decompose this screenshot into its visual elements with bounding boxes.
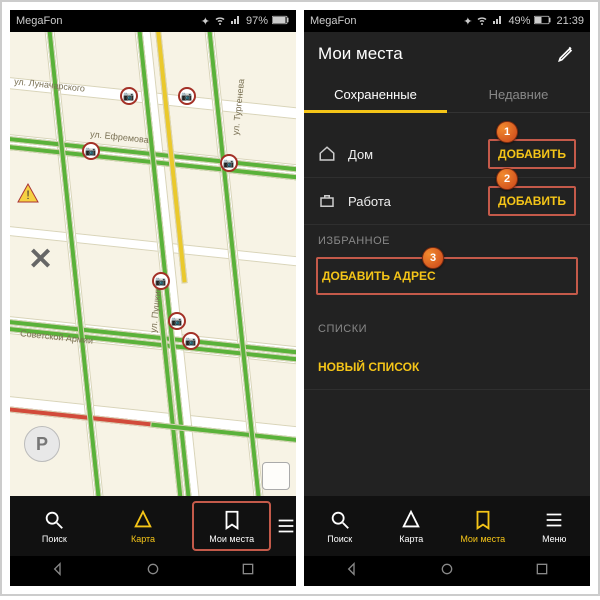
nav-search[interactable]: Поиск <box>10 496 99 556</box>
home-button[interactable] <box>439 561 455 582</box>
parking-button[interactable]: P <box>24 426 60 462</box>
tutorial-composite: MegaFon ✦ 97% <box>0 0 600 596</box>
wifi-icon <box>214 14 226 29</box>
back-button[interactable] <box>344 561 360 582</box>
annotation-marker: 2 <box>496 168 518 190</box>
new-list-button[interactable]: НОВЫЙ СПИСОК <box>304 345 590 390</box>
nav-search[interactable]: Поиск <box>304 496 376 556</box>
nav-my-places[interactable]: Мои места <box>447 496 519 556</box>
row-home[interactable]: Дом ДОБАВИТЬ 1 <box>304 131 590 178</box>
close-overlay-button[interactable]: ✕ <box>28 242 53 277</box>
lists-section-header: СПИСКИ <box>304 313 590 345</box>
nav-my-places[interactable]: Мои места <box>187 496 276 556</box>
nav-map[interactable]: Карта <box>376 496 448 556</box>
row-work[interactable]: Работа ДОБАВИТЬ 2 <box>304 178 590 225</box>
battery-icon <box>534 15 552 28</box>
my-places-screen: Мои места Сохраненные Недавние Дом ДОБАВ… <box>304 32 590 496</box>
back-button[interactable] <box>50 561 66 582</box>
svg-text:!: ! <box>26 188 29 202</box>
road-warning-icon[interactable]: ! <box>16 182 40 206</box>
android-nav-bar <box>10 556 296 586</box>
add-address-button[interactable]: ДОБАВИТЬ АДРЕС <box>316 257 578 295</box>
tabs: Сохраненные Недавние <box>304 76 590 113</box>
tab-recent[interactable]: Недавние <box>447 76 590 112</box>
map-view[interactable]: ул. Луначарского ул. Ефремова ул. Турген… <box>10 32 296 496</box>
home-icon <box>318 145 336 163</box>
wifi-icon <box>476 14 488 29</box>
briefcase-icon <box>318 192 336 210</box>
annotation-marker: 1 <box>496 121 518 143</box>
layers-button[interactable] <box>262 462 290 490</box>
signal-icon <box>492 14 504 29</box>
bottom-nav: Поиск Карта Мои места Меню <box>304 496 590 556</box>
camera-icon[interactable]: 📷 <box>178 87 196 105</box>
phone-right: MegaFon ✦ 49% 21:39 Мои места Сохраненны… <box>304 10 590 586</box>
highlight-box <box>192 501 271 551</box>
tab-saved[interactable]: Сохраненные <box>304 76 447 112</box>
battery-label: 97% <box>246 15 268 27</box>
carrier-label: MegaFon <box>16 15 62 27</box>
camera-icon[interactable]: 📷 <box>220 154 238 172</box>
annotation-marker: 3 <box>422 247 444 269</box>
battery-icon <box>272 15 290 28</box>
bluetooth-icon: ✦ <box>201 15 210 28</box>
page-title: Мои места <box>318 44 403 64</box>
camera-icon[interactable]: 📷 <box>82 142 100 160</box>
add-home-button[interactable]: ДОБАВИТЬ <box>488 139 576 169</box>
nav-menu[interactable]: Меню <box>519 496 591 556</box>
screen-header: Мои места <box>304 32 590 76</box>
add-work-button[interactable]: ДОБАВИТЬ <box>488 186 576 216</box>
home-button[interactable] <box>145 561 161 582</box>
camera-icon[interactable]: 📷 <box>120 87 138 105</box>
bluetooth-icon: ✦ <box>463 15 472 28</box>
camera-icon[interactable]: 📷 <box>182 332 200 350</box>
nav-map[interactable]: Карта <box>99 496 188 556</box>
nav-menu-clipped[interactable] <box>276 496 296 556</box>
signal-icon <box>230 14 242 29</box>
recents-button[interactable] <box>240 561 256 582</box>
camera-icon[interactable]: 📷 <box>168 312 186 330</box>
battery-label: 49% <box>508 15 530 27</box>
favorites-section-header: ИЗБРАННОЕ <box>304 225 590 257</box>
edit-button[interactable] <box>556 44 576 64</box>
status-bar: MegaFon ✦ 97% <box>10 10 296 32</box>
android-nav-bar <box>304 556 590 586</box>
carrier-label: MegaFon <box>310 15 356 27</box>
clock-label: 21:39 <box>556 15 584 27</box>
camera-icon[interactable]: 📷 <box>152 272 170 290</box>
bottom-nav: Поиск Карта Мои места <box>10 496 296 556</box>
recents-button[interactable] <box>534 561 550 582</box>
status-bar: MegaFon ✦ 49% 21:39 <box>304 10 590 32</box>
phone-left: MegaFon ✦ 97% <box>10 10 296 586</box>
